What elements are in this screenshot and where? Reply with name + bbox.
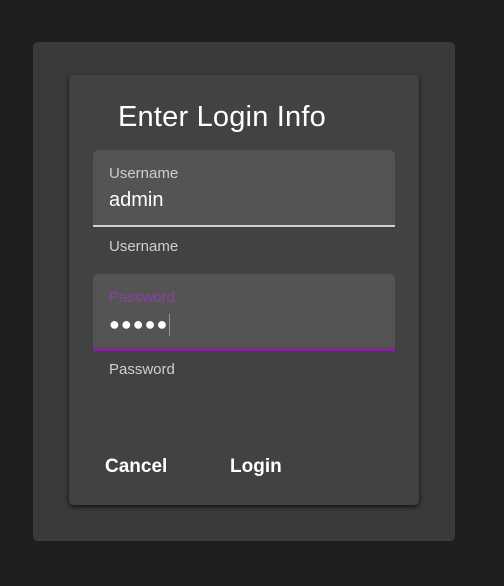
username-field-label: Username bbox=[109, 165, 179, 182]
login-button[interactable]: Login bbox=[230, 452, 282, 482]
password-masked-text: ●●●●● bbox=[109, 314, 169, 334]
password-field-value[interactable]: ●●●●● bbox=[109, 312, 171, 337]
username-helper-text: Username bbox=[109, 238, 179, 255]
password-field[interactable]: Password ●●●●● bbox=[93, 274, 395, 351]
password-helper-text: Password bbox=[109, 361, 175, 378]
username-field[interactable]: Username admin bbox=[93, 150, 395, 227]
username-field-value[interactable]: admin bbox=[109, 188, 163, 212]
text-caret bbox=[169, 314, 171, 337]
password-field-label: Password bbox=[109, 289, 175, 306]
cancel-button[interactable]: Cancel bbox=[105, 452, 167, 482]
dialog-title: Enter Login Info bbox=[118, 101, 326, 133]
